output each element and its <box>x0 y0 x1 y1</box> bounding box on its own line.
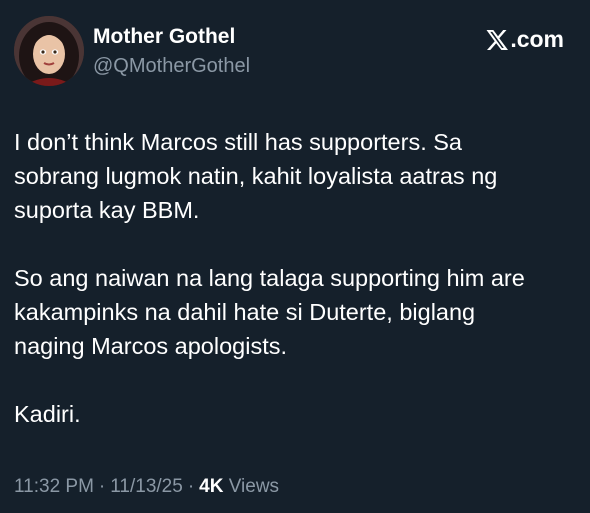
author-name[interactable]: Mother Gothel <box>93 24 250 50</box>
avatar[interactable] <box>14 16 84 86</box>
views-count[interactable]: 4K <box>199 476 223 497</box>
avatar-portrait-icon <box>14 16 84 86</box>
x-logo-icon <box>486 29 509 50</box>
tweet-date[interactable]: 11/13/25 <box>110 476 183 497</box>
tweet-time[interactable]: 11:32 PM <box>14 476 94 497</box>
author-handle[interactable]: @QMotherGothel <box>93 53 250 79</box>
meta-separator: · <box>98 476 106 497</box>
tweet-card: Mother Gothel @QMotherGothel .com I don’… <box>0 0 590 513</box>
author-info: Mother Gothel @QMotherGothel <box>93 24 250 79</box>
tweet-meta: 11:32 PM · 11/13/25 · 4K Views <box>14 476 279 498</box>
tweet-paragraph: So ang naiwan na lang talaga supporting … <box>14 265 525 359</box>
brand-label: .com <box>510 26 564 52</box>
views-label: Views <box>228 476 280 497</box>
tweet-paragraph: Kadiri. <box>14 401 81 427</box>
tweet-header: Mother Gothel @QMotherGothel .com <box>14 16 576 88</box>
meta-separator: · <box>187 476 195 497</box>
tweet-text: I don’t think Marcos still has supporter… <box>14 125 579 465</box>
x-com-brand: .com <box>485 26 564 53</box>
tweet-paragraph: I don’t think Marcos still has supporter… <box>14 129 498 223</box>
